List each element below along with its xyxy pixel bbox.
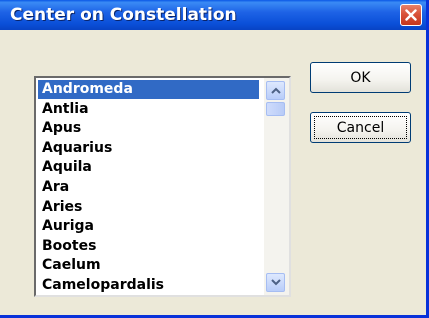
scroll-up-button[interactable]	[266, 81, 285, 100]
scroll-down-button[interactable]	[266, 273, 285, 292]
list-item[interactable]: Camelopardalis	[38, 276, 259, 295]
list-item[interactable]: Aquarius	[38, 139, 259, 158]
list-item[interactable]: Auriga	[38, 217, 259, 236]
ok-button-label: OK	[350, 69, 371, 86]
dialog-window: Center on Constellation Andromeda Antlia A…	[0, 0, 429, 318]
focus-rectangle	[314, 116, 407, 139]
constellation-listbox[interactable]: Andromeda Antlia Apus Aquarius Aquila Ara Arie…	[34, 76, 291, 297]
close-button[interactable]	[400, 4, 422, 26]
list-item[interactable]: Andromeda	[38, 80, 259, 99]
title-bar[interactable]: Center on Constellation	[0, 0, 426, 30]
list-item[interactable]: Aquila	[38, 158, 259, 177]
scroll-down-arrow-icon	[270, 279, 281, 286]
list-item[interactable]: Bootes	[38, 237, 259, 256]
ok-button[interactable]: OK	[310, 62, 411, 93]
list-item[interactable]: Aries	[38, 198, 259, 217]
scroll-up-arrow-icon	[270, 87, 281, 94]
cancel-button[interactable]: Cancel	[310, 112, 411, 143]
scroll-thumb[interactable]	[266, 102, 285, 116]
list-item[interactable]: Ara	[38, 178, 259, 197]
list-item[interactable]: Apus	[38, 119, 259, 138]
window-title: Center on Constellation	[10, 5, 237, 25]
constellation-list: Andromeda Antlia Apus Aquarius Aquila Ara Arie…	[36, 78, 261, 295]
list-item[interactable]: Caelum	[38, 256, 259, 275]
list-item[interactable]: Antlia	[38, 100, 259, 119]
vertical-scrollbar[interactable]	[264, 78, 289, 295]
close-icon	[405, 9, 417, 21]
